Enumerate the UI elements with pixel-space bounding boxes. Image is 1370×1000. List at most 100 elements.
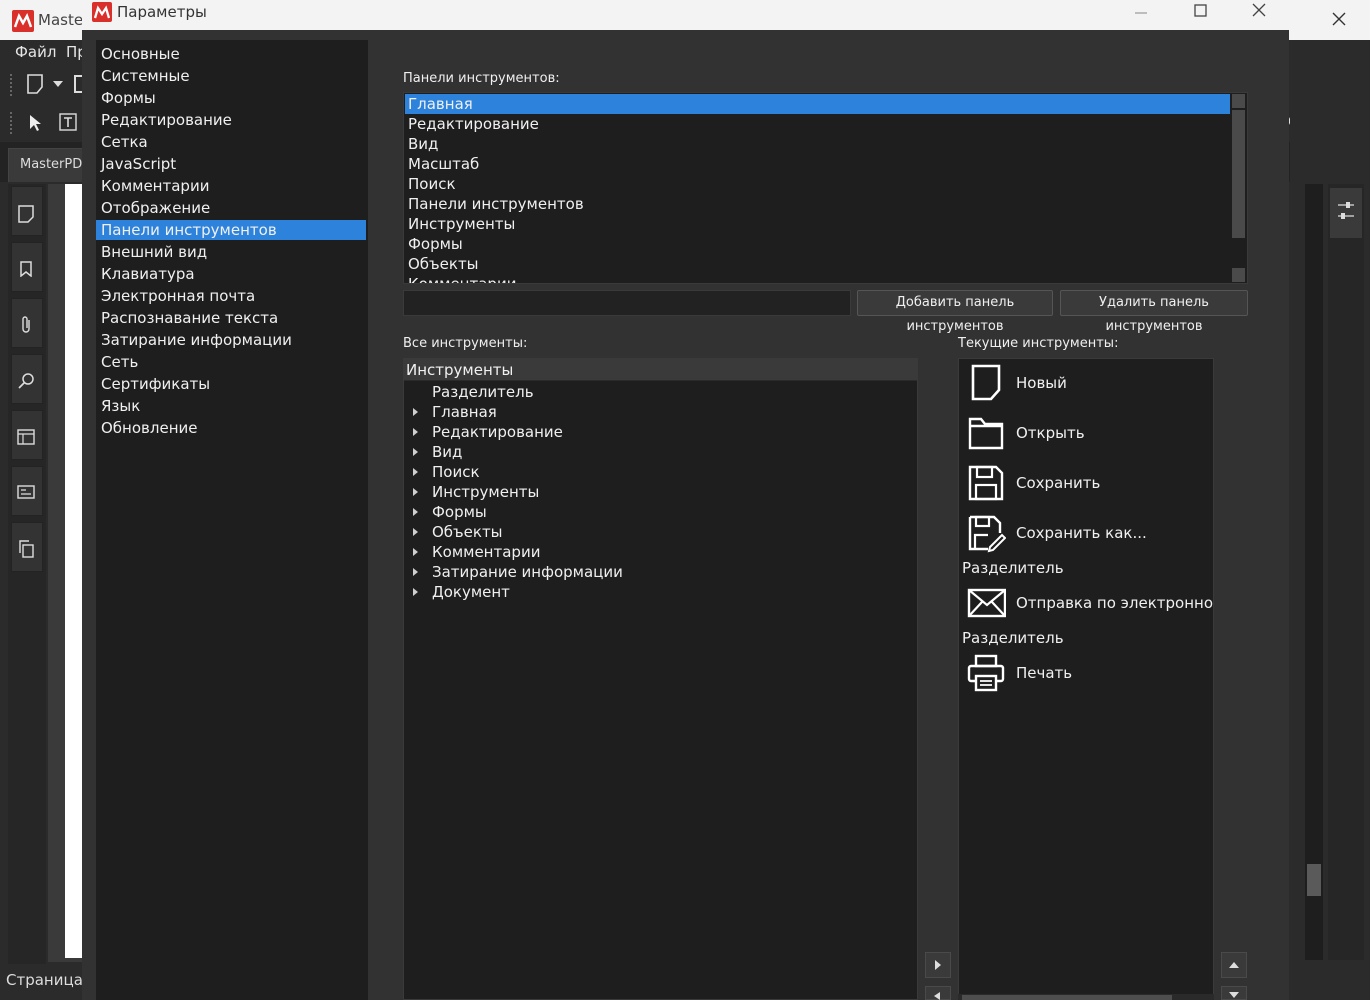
expand-arrow-icon[interactable]	[413, 588, 418, 596]
app-logo-icon	[92, 2, 112, 22]
close-icon[interactable]	[1328, 8, 1350, 30]
arrow-left-icon	[934, 992, 940, 1000]
document-vertical-scrollbar[interactable]	[1305, 184, 1323, 960]
category-item-update[interactable]: Обновление	[96, 418, 366, 438]
save-as-icon	[968, 515, 1006, 553]
text-tool-icon[interactable]	[58, 112, 78, 132]
toolbar-item[interactable]: Масштаб	[405, 154, 1230, 174]
toolbar-item[interactable]: Главная	[405, 94, 1230, 114]
arrow-up-icon	[1229, 962, 1239, 968]
tree-item[interactable]: Инструменты	[432, 482, 539, 502]
category-item-email[interactable]: Электронная почта	[96, 286, 366, 306]
expand-arrow-icon[interactable]	[413, 408, 418, 416]
toolbar-name-input[interactable]	[403, 290, 851, 316]
tree-item[interactable]: Комментарии	[432, 542, 540, 562]
all-tools-tree[interactable]	[403, 358, 918, 1000]
toolbar-item[interactable]: Поиск	[405, 174, 1230, 194]
category-item-network[interactable]: Сеть	[96, 352, 366, 372]
tree-item[interactable]: Редактирование	[432, 422, 563, 442]
dialog-title: Параметры	[117, 3, 207, 21]
expand-arrow-icon[interactable]	[413, 528, 418, 536]
scrollbar-thumb[interactable]	[962, 995, 1172, 1000]
category-item-language[interactable]: Язык	[96, 396, 366, 416]
category-item-certificates[interactable]: Сертификаты	[96, 374, 366, 394]
category-item-javascript[interactable]: JavaScript	[96, 154, 366, 174]
new-document-icon	[971, 364, 1001, 401]
toolbar-grip[interactable]	[10, 112, 14, 134]
toolbar-grip[interactable]	[10, 74, 14, 96]
form-fields-icon	[17, 485, 35, 499]
tree-item[interactable]: Поиск	[432, 462, 480, 482]
toolbar-item[interactable]: Редактирование	[405, 114, 1230, 134]
category-item-general[interactable]: Основные	[96, 44, 366, 64]
page-icon	[18, 205, 34, 223]
settings-category-list: Основные Системные Формы Редактирование …	[96, 40, 368, 1000]
current-tool-separator[interactable]: Разделитель	[962, 629, 1064, 647]
category-item-keyboard[interactable]: Клавиатура	[96, 264, 366, 284]
tree-item[interactable]: Затирание информации	[432, 562, 623, 582]
expand-arrow-icon[interactable]	[413, 548, 418, 556]
add-toolbar-button[interactable]: Добавить панель инструментов	[857, 290, 1053, 334]
category-item-ocr[interactable]: Распознавание текста	[96, 308, 366, 328]
current-tool-item[interactable]: Отправка по электронной почте	[1016, 594, 1213, 612]
print-icon	[967, 654, 1005, 692]
tree-item[interactable]: Вид	[432, 442, 462, 462]
scroll-up-button[interactable]	[1232, 94, 1245, 108]
app-logo-icon	[12, 10, 34, 32]
category-item-comments[interactable]: Комментарии	[96, 176, 366, 196]
tree-item[interactable]: Документ	[432, 582, 510, 602]
expand-arrow-icon[interactable]	[413, 508, 418, 516]
select-arrow-icon[interactable]	[28, 114, 42, 132]
bookmark-icon	[20, 261, 32, 277]
current-tool-item[interactable]: Новый	[1016, 374, 1067, 392]
current-tool-item[interactable]: Сохранить как...	[1016, 524, 1147, 542]
expand-arrow-icon[interactable]	[413, 468, 418, 476]
current-tool-separator[interactable]: Разделитель	[962, 559, 1064, 577]
current-tool-item[interactable]: Открыть	[1016, 424, 1085, 442]
close-icon[interactable]	[1248, 2, 1270, 20]
expand-arrow-icon[interactable]	[413, 448, 418, 456]
open-folder-icon	[968, 417, 1004, 450]
sliders-icon	[1338, 202, 1354, 219]
toolbar-item[interactable]: Панели инструментов	[405, 194, 1230, 214]
category-item-editing[interactable]: Редактирование	[96, 110, 366, 130]
toolbar-item[interactable]: Объекты	[405, 254, 1230, 274]
tree-item[interactable]: Главная	[432, 402, 497, 422]
category-item-appearance[interactable]: Внешний вид	[96, 242, 366, 262]
current-tool-item[interactable]: Сохранить	[1016, 474, 1100, 492]
arrow-right-icon	[935, 960, 941, 970]
document-tab-label: MasterPDF	[20, 157, 90, 172]
category-item-system[interactable]: Системные	[96, 66, 366, 86]
save-icon	[968, 465, 1004, 501]
menu-file[interactable]: Файл	[15, 43, 56, 61]
chevron-down-icon[interactable]	[53, 81, 63, 87]
toolbar-item[interactable]: Комментарии	[405, 274, 1230, 283]
layers-icon	[17, 429, 35, 445]
category-item-toolbars[interactable]: Панели инструментов	[96, 220, 366, 240]
category-item-display[interactable]: Отображение	[96, 198, 366, 218]
expand-arrow-icon[interactable]	[413, 568, 418, 576]
category-item-forms[interactable]: Формы	[96, 88, 366, 108]
toolbars-label: Панели инструментов:	[403, 71, 560, 86]
toolbar-item[interactable]: Формы	[405, 234, 1230, 254]
maximize-icon[interactable]	[1189, 2, 1211, 20]
tree-header-label: Инструменты	[406, 361, 514, 379]
expand-arrow-icon[interactable]	[413, 488, 418, 496]
scrollbar-thumb[interactable]	[1307, 864, 1321, 896]
toolbar-item[interactable]: Вид	[405, 134, 1230, 154]
scroll-down-button[interactable]	[1232, 268, 1245, 282]
toolbars-list[interactable]: Главная Редактирование Вид Масштаб Поиск…	[403, 92, 1248, 284]
category-item-redaction[interactable]: Затирание информации	[96, 330, 366, 350]
minimize-icon[interactable]	[1130, 6, 1152, 20]
current-tool-item[interactable]: Печать	[1016, 664, 1072, 682]
remove-toolbar-button[interactable]: Удалить панель инструментов	[1060, 290, 1248, 334]
open-icon[interactable]	[74, 75, 82, 93]
tree-item[interactable]: Формы	[432, 502, 487, 522]
new-document-icon[interactable]	[26, 74, 44, 94]
scrollbar-thumb[interactable]	[1232, 110, 1245, 238]
toolbar-item[interactable]: Инструменты	[405, 214, 1230, 234]
tree-item[interactable]: Объекты	[432, 522, 503, 542]
expand-arrow-icon[interactable]	[413, 428, 418, 436]
tree-item[interactable]: Разделитель	[432, 382, 534, 402]
category-item-grid[interactable]: Сетка	[96, 132, 366, 152]
